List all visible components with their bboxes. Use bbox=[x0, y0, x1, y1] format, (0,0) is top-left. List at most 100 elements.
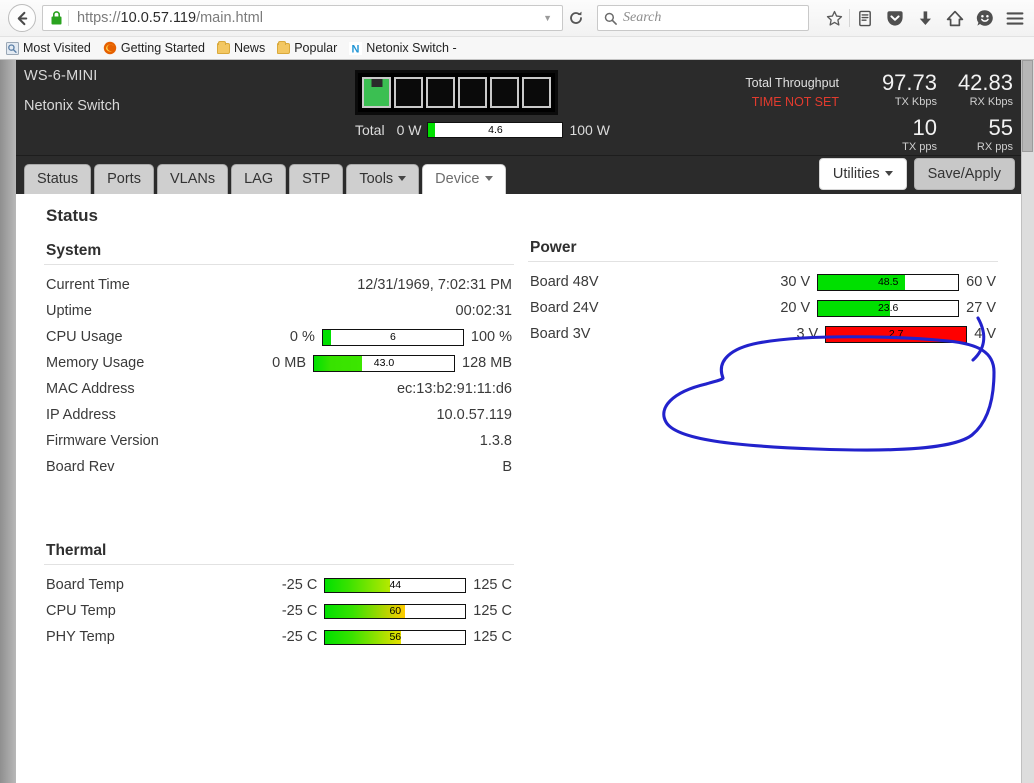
rx-kbps-value: 42.83 bbox=[957, 70, 1013, 95]
gauge-value: 23.6 bbox=[877, 301, 899, 314]
tx-pps-label: TX pps bbox=[902, 141, 937, 153]
gauge-min: 20 V bbox=[780, 300, 811, 316]
gauge-group: 3 V 2.7 4 V bbox=[796, 325, 996, 343]
gauge-group: 20 V 23.6 27 V bbox=[780, 299, 996, 317]
save-apply-label: Save/Apply bbox=[927, 165, 1001, 182]
bookmark-netonix-switch[interactable]: N Netonix Switch - bbox=[349, 41, 457, 55]
tab-status[interactable]: Status bbox=[24, 163, 92, 194]
section-divider bbox=[44, 564, 514, 565]
bookmark-most-visited[interactable]: Most Visited bbox=[6, 41, 91, 55]
total-power-value: 4.6 bbox=[488, 123, 503, 136]
system-row-firmware-version: Firmware Version 1.3.8 bbox=[44, 428, 514, 454]
scrollbar-thumb[interactable] bbox=[1022, 60, 1033, 152]
url-host: 10.0.57.119 bbox=[120, 10, 197, 26]
rx-column: 42.83 RX Kbps 55 RX pps bbox=[947, 70, 1013, 154]
search-input[interactable]: Search bbox=[623, 10, 661, 26]
browser-viewport: WS-6-MINI Netonix Switch Total 0 W 4.6 1… bbox=[0, 60, 1034, 783]
gauge-group: 30 V 48.5 60 V bbox=[780, 273, 996, 291]
chevron-down-icon bbox=[484, 176, 493, 182]
url-text: https://10.0.57.119/main.html bbox=[77, 10, 537, 26]
gauge-max: 125 C bbox=[473, 629, 512, 645]
pocket-icon[interactable] bbox=[880, 3, 910, 33]
port-3[interactable] bbox=[426, 77, 455, 108]
save-apply-button[interactable]: Save/Apply bbox=[913, 157, 1015, 190]
port-5[interactable] bbox=[490, 77, 519, 108]
download-icon[interactable] bbox=[910, 3, 940, 33]
system-row-ip-address: IP Address 10.0.57.119 bbox=[44, 402, 514, 428]
tab-label: STP bbox=[302, 170, 331, 187]
port-4[interactable] bbox=[458, 77, 487, 108]
bookmark-popular[interactable]: Popular bbox=[277, 40, 338, 55]
gauge-min: 0 % bbox=[289, 329, 315, 345]
gauge-bar: 6 bbox=[321, 328, 464, 346]
browser-toolbar-icons bbox=[819, 3, 1030, 33]
tab-device[interactable]: Device bbox=[422, 163, 506, 194]
utilities-label: Utilities bbox=[832, 165, 880, 182]
gauge-bar: 44 bbox=[324, 577, 467, 593]
gauge-value: 48.5 bbox=[877, 275, 899, 288]
port-1[interactable] bbox=[362, 77, 391, 108]
row-value: ec:13:b2:91:11:d6 bbox=[396, 381, 512, 397]
folder-icon bbox=[216, 40, 230, 54]
gauge-max: 128 MB bbox=[462, 355, 512, 371]
rx-pps-label: RX pps bbox=[976, 141, 1013, 153]
back-button[interactable] bbox=[8, 4, 36, 32]
row-label: Board 24V bbox=[530, 300, 599, 316]
row-label: Board 3V bbox=[530, 326, 591, 342]
tab-vlans[interactable]: VLANs bbox=[156, 163, 229, 194]
port-6[interactable] bbox=[522, 77, 551, 108]
row-label: Board 48V bbox=[530, 274, 599, 290]
row-label: Board Rev bbox=[46, 459, 115, 475]
tab-lag[interactable]: LAG bbox=[231, 163, 287, 194]
home-icon[interactable] bbox=[940, 3, 970, 33]
throughput-panel: Total Throughput TIME NOT SET 97.73 TX K… bbox=[745, 70, 1013, 154]
url-bar[interactable]: https://10.0.57.119/main.html ▼ bbox=[42, 5, 563, 31]
gauge-value: 56 bbox=[389, 630, 402, 643]
most-visited-icon bbox=[6, 41, 19, 55]
rx-pps-value: 55 bbox=[988, 115, 1013, 140]
tx-pps-value: 10 bbox=[912, 115, 937, 140]
utilities-button[interactable]: Utilities bbox=[818, 157, 907, 190]
system-row-mac-address: MAC Address ec:13:b2:91:11:d6 bbox=[44, 376, 514, 402]
total-power-max: 100 W bbox=[569, 122, 610, 138]
chevron-down-icon[interactable]: ▼ bbox=[543, 13, 552, 23]
row-value: 10.0.57.119 bbox=[436, 407, 512, 423]
tab-label: Ports bbox=[107, 170, 141, 187]
section-divider bbox=[528, 261, 998, 262]
tab-label: LAG bbox=[244, 170, 274, 187]
row-label: Firmware Version bbox=[46, 433, 159, 449]
chevron-down-icon bbox=[884, 171, 893, 177]
row-label: Uptime bbox=[46, 303, 92, 319]
tab-tools[interactable]: Tools bbox=[346, 163, 420, 194]
bookmark-getting-started[interactable]: Getting Started bbox=[103, 41, 205, 55]
row-value: B bbox=[502, 459, 512, 475]
thermal-row-phy-temp: PHY Temp -25 C 56 125 C bbox=[44, 624, 514, 650]
url-path: /main.html bbox=[196, 10, 263, 26]
chevron-down-icon bbox=[398, 176, 407, 182]
row-label: Board Temp bbox=[46, 577, 124, 593]
url-scheme: https:// bbox=[77, 10, 121, 26]
device-model: WS-6-MINI bbox=[24, 68, 98, 84]
netonix-icon: N bbox=[349, 41, 363, 55]
hamburger-menu-icon[interactable] bbox=[1000, 3, 1030, 33]
row-label: Current Time bbox=[46, 277, 130, 293]
reload-button[interactable] bbox=[563, 10, 589, 26]
star-icon[interactable] bbox=[819, 3, 849, 33]
tab-stp[interactable]: STP bbox=[289, 163, 344, 194]
device-identity: WS-6-MINI Netonix Switch bbox=[24, 68, 120, 114]
reader-list-icon[interactable] bbox=[850, 3, 880, 33]
bookmark-label: Popular bbox=[294, 41, 338, 55]
smiley-icon[interactable] bbox=[970, 3, 1000, 33]
gauge-min: -25 C bbox=[281, 603, 318, 619]
tab-ports[interactable]: Ports bbox=[94, 163, 154, 194]
time-status: TIME NOT SET bbox=[751, 95, 839, 109]
gauge-value: 43.0 bbox=[373, 356, 395, 369]
bookmark-news[interactable]: News bbox=[216, 40, 266, 55]
total-power-min: 0 W bbox=[396, 122, 422, 138]
tab-label: VLANs bbox=[169, 170, 216, 187]
search-bar[interactable]: Search bbox=[597, 5, 809, 31]
port-2[interactable] bbox=[394, 77, 423, 108]
page-scrollbar[interactable] bbox=[1021, 60, 1034, 783]
rx-kbps-label: RX Kbps bbox=[969, 96, 1013, 108]
bookmark-label: News bbox=[233, 41, 266, 55]
